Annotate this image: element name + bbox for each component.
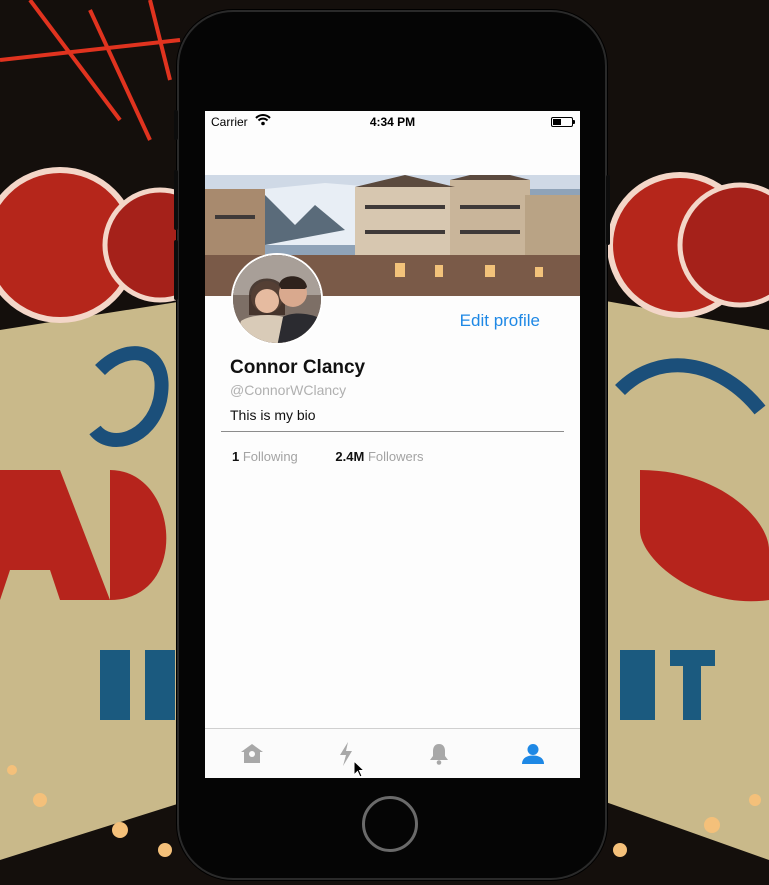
home-button[interactable] [362, 796, 418, 852]
following-count: 1 [232, 449, 240, 464]
mouse-cursor-icon [353, 760, 365, 778]
followers-stat[interactable]: 2.4M Followers [335, 449, 423, 464]
person-icon [522, 744, 545, 764]
home-icon [240, 744, 263, 763]
profile-handle: @ConnorWClancy [230, 382, 347, 398]
profile-name: Connor Clancy [230, 357, 366, 378]
bell-icon [430, 744, 449, 765]
tab-home[interactable] [205, 729, 299, 778]
profile-avatar[interactable] [231, 253, 323, 345]
edit-profile-button[interactable]: Edit profile [460, 311, 540, 331]
battery-icon [551, 117, 575, 127]
phone-side-button [174, 110, 178, 140]
phone-power-button [606, 175, 610, 245]
tab-notifications[interactable] [393, 729, 487, 778]
divider [221, 431, 564, 432]
status-time: 4:34 PM [369, 115, 416, 129]
app-screen: Carrier 4:34 PM Edit profile Connor Clan… [205, 111, 580, 778]
following-label: Following [242, 449, 298, 464]
followers-label: Followers [367, 449, 424, 464]
following-stat[interactable]: 1 Following [232, 449, 298, 464]
phone-side-button [174, 240, 178, 300]
tab-moments[interactable] [299, 729, 393, 778]
avatar-photo [233, 255, 321, 343]
status-bar: Carrier 4:34 PM [205, 111, 580, 131]
profile-bio: This is my bio [230, 407, 316, 423]
tab-profile[interactable] [486, 729, 580, 778]
phone-side-button [174, 170, 178, 230]
battery-fill [553, 119, 561, 125]
lightning-icon [339, 742, 352, 766]
tab-bar [205, 728, 580, 778]
followers-count: 2.4M [335, 449, 365, 464]
profile-stats: 1 Following 2.4M Followers [232, 449, 458, 464]
